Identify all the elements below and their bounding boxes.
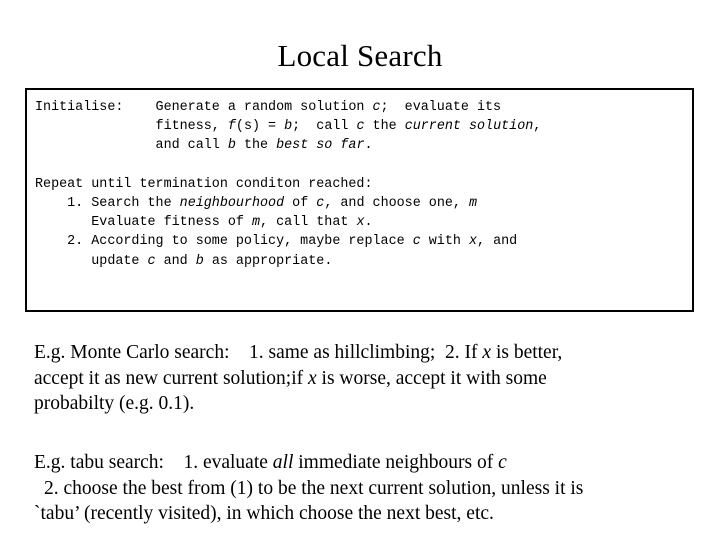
initialise-line-3: and call b the best so far. xyxy=(35,136,720,155)
step-2-line-2-seg-0: update xyxy=(35,253,148,269)
mc-line-1-seg-1: x xyxy=(482,342,492,363)
tabu-line-3-seg-0: `tabu’ (recently visited), in which choo… xyxy=(34,503,494,525)
mc-line-2-seg-1: x xyxy=(308,367,317,389)
step-2-line-2-seg-3: b xyxy=(195,253,204,269)
step-2-line-1-seg-4: , and xyxy=(477,234,518,250)
initialise-line-1: Initialise: Generate a random solution c… xyxy=(35,98,720,117)
step-2-line-1-seg-0: 2. According to some policy, maybe repla… xyxy=(35,234,413,250)
step-2-line-1-seg-3: x xyxy=(468,234,477,250)
tabu-line-2-seg-0: 2. choose the best from (1) to be the ne… xyxy=(44,477,584,499)
tabu-line-1-seg-3: c xyxy=(498,452,507,473)
mc-line-1-seg-2: is better, xyxy=(491,342,563,363)
slide-canvas: Local Search Initialise: Generate a rand… xyxy=(0,0,720,540)
step-2-line-2-seg-1: c xyxy=(147,253,156,269)
repeat-line: Repeat until termination conditon reache… xyxy=(35,175,720,194)
initialise-line-2-seg-0: fitness, xyxy=(35,119,228,135)
mc-line-1: E.g. Monte Carlo search: 1. same as hill… xyxy=(34,340,710,366)
step-2-line-2-seg-4: as appropriate. xyxy=(203,253,333,269)
step-1-line-2-seg-3: x xyxy=(356,215,365,231)
step-1-line-2: Evaluate fitness of m, call that x. xyxy=(35,213,720,232)
step-1-line-1-seg-5: m xyxy=(468,196,478,212)
initialise-line-3-seg-0: and call xyxy=(35,138,228,154)
initialise-line-3-seg-1: b xyxy=(227,138,236,154)
initialise-line-2: fitness, f(s) = b; call c the current so… xyxy=(35,117,720,136)
repeat-line-seg-0: Repeat until termination conditon reache… xyxy=(35,176,373,192)
mc-line-3-seg-0: probabilty (e.g. 0.1). xyxy=(34,393,195,415)
step-1-line-1-seg-0: 1. Search the xyxy=(35,196,180,212)
initialise-line-2-seg-1: f xyxy=(227,119,236,135)
step-2-line-1: 2. According to some policy, maybe repla… xyxy=(35,232,720,251)
mc-line-2: accept it as new current solution;if x i… xyxy=(34,366,710,392)
initialise-line-3-seg-2: the xyxy=(235,138,277,154)
step-2-line-2-seg-2: and xyxy=(155,253,196,269)
tabu-search-paragraph: E.g. tabu search: 1. evaluate all immedi… xyxy=(34,450,710,527)
tabu-line-1-seg-0: E.g. tabu search: 1. evaluate xyxy=(34,452,273,473)
step-2-line-1-seg-2: with xyxy=(420,234,469,250)
initialise-line-2-seg-8: , xyxy=(533,119,542,135)
pseudocode-box: Initialise: Generate a random solution c… xyxy=(25,88,694,312)
step-2-line-2: update c and b as appropriate. xyxy=(35,252,720,271)
pseudocode-lines-container: Initialise: Generate a random solution c… xyxy=(35,98,720,271)
initialise-line-3-seg-4: . xyxy=(364,138,373,154)
step-1-line-2-seg-1: m xyxy=(251,215,261,231)
initialise-line-2-seg-6: the xyxy=(364,119,405,135)
monte-carlo-paragraph: E.g. Monte Carlo search: 1. same as hill… xyxy=(34,340,710,417)
initialise-line-2-seg-5: c xyxy=(356,119,365,135)
tabu-line-3: `tabu’ (recently visited), in which choo… xyxy=(34,501,710,527)
mc-line-2-seg-0: accept it as new current solution;if xyxy=(34,367,308,389)
tabu-line-1: E.g. tabu search: 1. evaluate all immedi… xyxy=(34,450,710,476)
mc-line-3: probabilty (e.g. 0.1). xyxy=(34,391,710,417)
step-1-line-1-seg-2: of xyxy=(284,196,317,212)
initialise-line-2-seg-2: (s) = xyxy=(235,119,285,135)
initialise-line-1-seg-1: c xyxy=(372,100,381,115)
initialise-line-2-seg-3: b xyxy=(284,119,293,135)
page-title: Local Search xyxy=(277,38,443,73)
step-1-line-2-seg-4: . xyxy=(364,215,373,231)
initialise-line-3-seg-3: best so far xyxy=(276,138,365,154)
blank-line-seg-0 xyxy=(35,158,43,173)
mc-line-1-seg-0: E.g. Monte Carlo search: 1. same as hill… xyxy=(34,342,483,363)
tabu-line-1-seg-1: all xyxy=(272,452,294,473)
initialise-line-2-seg-4: ; call xyxy=(292,119,357,135)
step-1-line-2-seg-0: Evaluate fitness of xyxy=(35,215,252,231)
step-1-line-1-seg-1: neighbourhood xyxy=(179,196,285,212)
mc-line-2-seg-2: is worse, accept it with some xyxy=(316,367,547,389)
step-2-line-1-seg-1: c xyxy=(412,234,421,250)
blank-line xyxy=(35,156,720,175)
tabu-line-2: 2. choose the best from (1) to be the ne… xyxy=(34,476,710,502)
initialise-line-1-seg-0: Initialise: Generate a random solution xyxy=(35,100,373,115)
tabu-line-1-seg-2: immediate neighbours of xyxy=(293,452,499,473)
step-1-line-1: 1. Search the neighbourhood of c, and ch… xyxy=(35,194,720,213)
step-1-line-2-seg-2: , call that xyxy=(260,215,357,231)
initialise-line-1-seg-2: ; evaluate its xyxy=(380,100,502,115)
initialise-line-2-seg-7: current solution xyxy=(404,119,534,135)
step-1-line-1-seg-4: , and choose one, xyxy=(324,196,469,212)
